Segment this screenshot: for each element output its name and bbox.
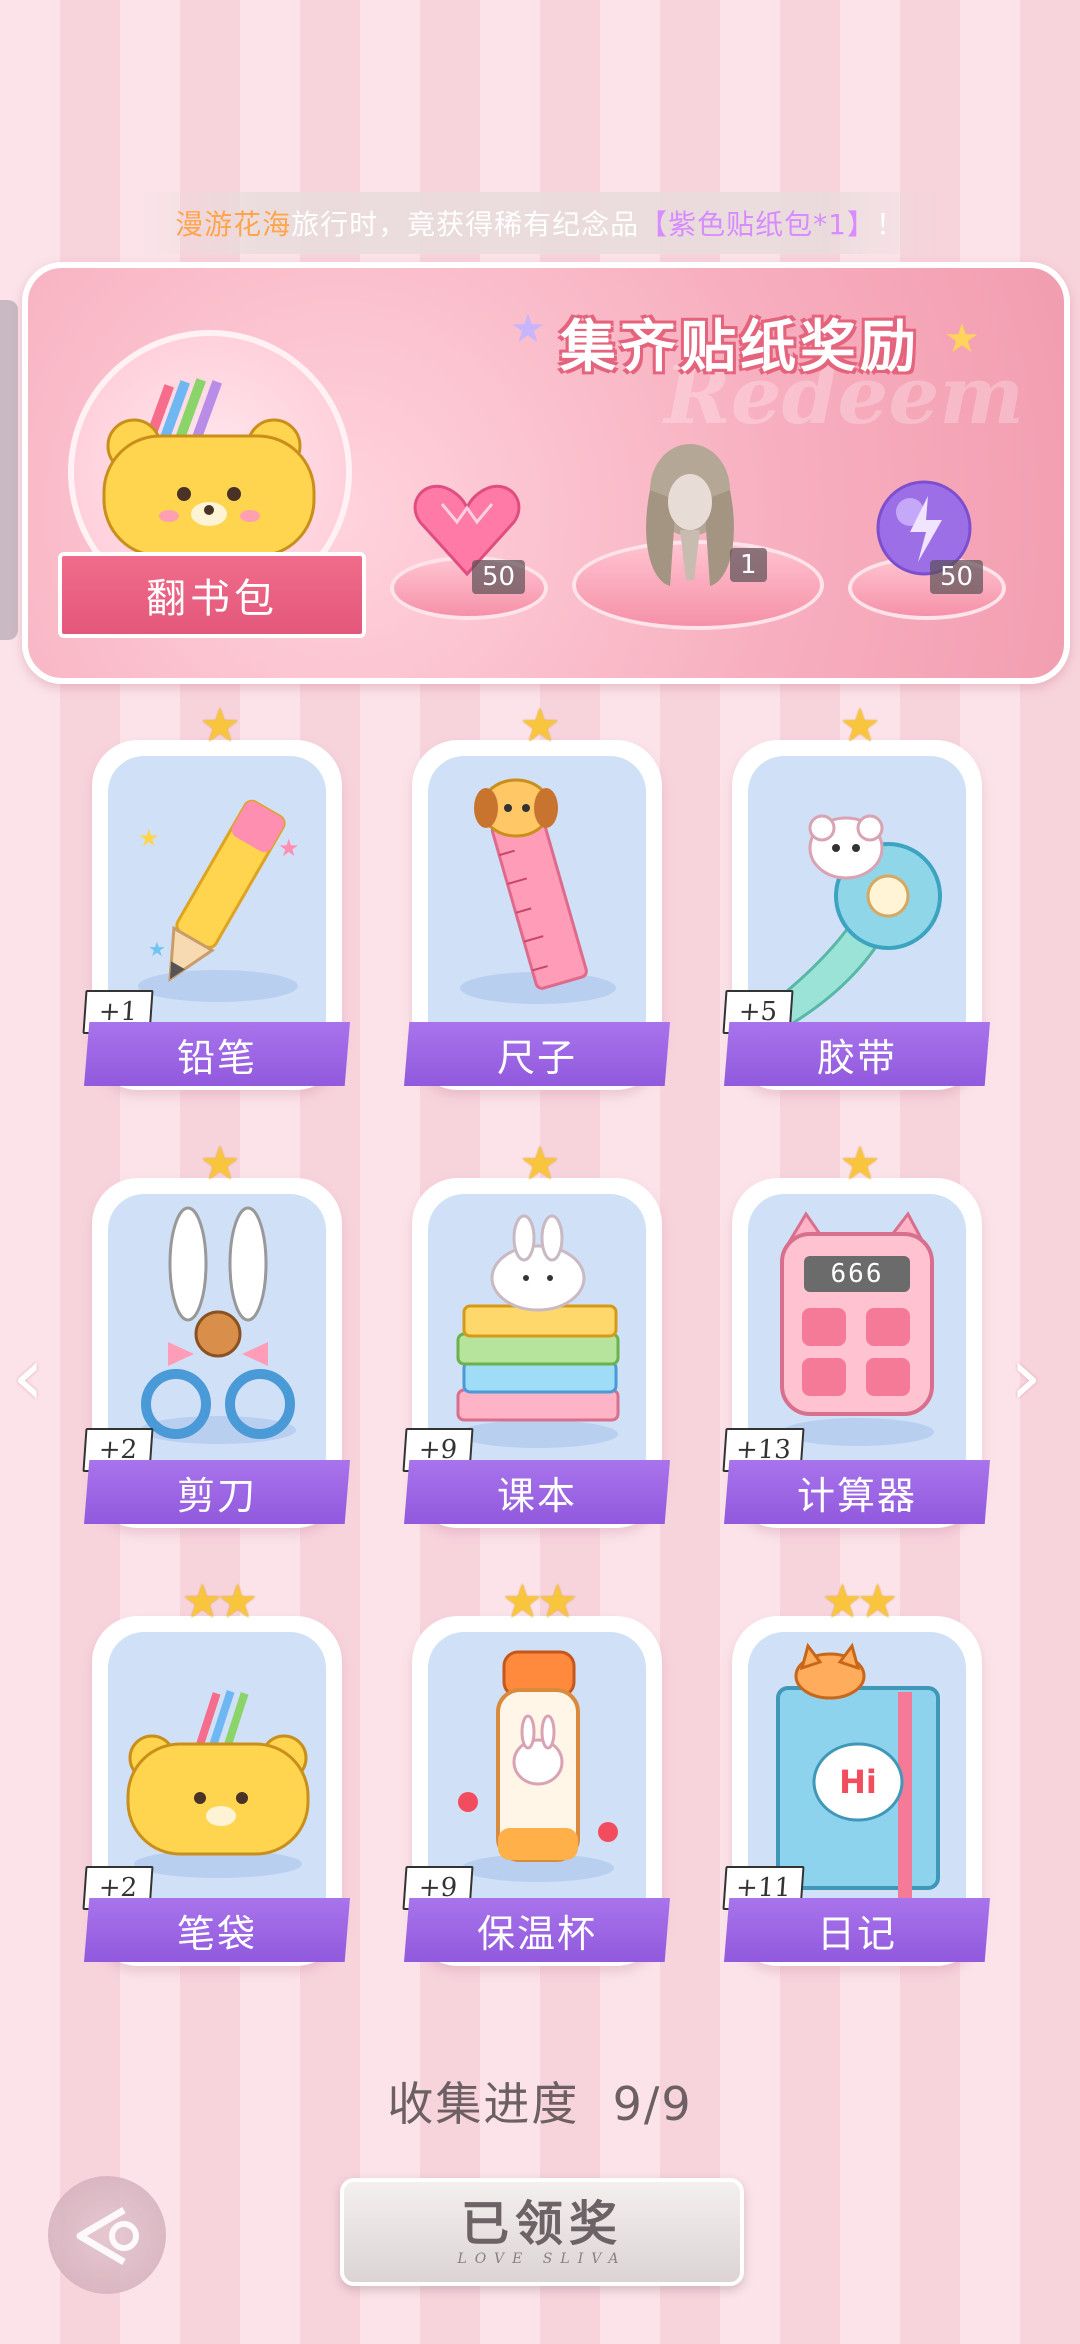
back-arrow-icon [76,2206,139,2266]
sticker-image-bg [428,756,646,1036]
sticker-label: 日记 [724,1898,990,1962]
sparkle-star-icon: ★ [510,306,546,352]
sticker-label: 尺子 [404,1022,670,1086]
svg-text:★: ★ [138,824,160,852]
sticker-label: 保温杯 [404,1898,670,1962]
star-rating-icon: ★ [199,1136,240,1190]
reward-qty: 50 [472,560,526,594]
back-button[interactable] [48,2176,166,2294]
sticker-card-ruler[interactable]: ★ 尺子 [404,698,670,1090]
sticker-card-scissors[interactable]: ★ +2 剪刀 [82,1136,350,1528]
claimed-button[interactable]: 已领奖 LOVE SLIVA [340,2178,744,2286]
sticker-card-tape[interactable]: ★ +5 胶带 [722,698,990,1090]
sticker-card-diary[interactable]: ★★ Hi +11 日记 [722,1574,990,1966]
star-rating-icon: ★ [839,698,880,752]
notice-item: 【紫色贴纸包*1】 [639,208,876,241]
notice-place: 漫游花海 [175,208,292,241]
star-rating-icon: ★★ [181,1574,258,1628]
star-rating-icon: ★ [199,698,240,752]
next-page-arrow-icon[interactable]: › [1010,1330,1042,1423]
banner-title: 集齐贴纸奖励 [560,315,920,380]
claim-button-subtitle: LOVE SLIVA [457,2251,627,2267]
notice-text: 旅行时，竟获得稀有纪念品 [291,208,640,241]
flip-book-bag-label[interactable]: 翻书包 [58,552,366,638]
sticker-card-pencil-case[interactable]: ★★ +2 笔袋 [82,1574,350,1966]
star-rating-icon: ★ [839,1136,880,1190]
star-rating-icon: ★ [519,1136,560,1190]
previous-page-arrow-icon[interactable]: ‹ [12,1330,44,1423]
progress-value: 9/9 [612,2077,693,2131]
ruler-icon [460,778,616,1004]
claim-button-label: 已领奖 [460,2196,623,2252]
sticker-card-textbook[interactable]: ★ +9 课本 [402,1136,670,1528]
svg-text:★: ★ [278,834,300,862]
sticker-card-calculator[interactable]: ★ 666 +13 计算器 [722,1136,990,1528]
reward-qty: 1 [730,548,767,582]
diary-cover-text: Hi [839,1763,877,1801]
svg-text:★: ★ [148,937,166,961]
sparkle-star-icon: ★ [944,316,980,362]
sticker-card-thermos[interactable]: ★★ +9 保温杯 [402,1574,670,1966]
sticker-label: 剪刀 [84,1460,350,1524]
star-rating-icon: ★★ [501,1574,578,1628]
notice-end: ！ [875,208,905,241]
calculator-display: 666 [830,1259,884,1289]
progress-label: 收集进度 [387,2077,580,2131]
sticker-label: 课本 [404,1460,670,1524]
sticker-label: 胶带 [724,1022,990,1086]
star-rating-icon: ★ [519,698,560,752]
sticker-card-pencil[interactable]: ★ ★ ★ ★ +1 铅笔 [82,698,350,1090]
sticker-label: 铅笔 [84,1022,350,1086]
collection-progress: 收集进度 9/9 [0,2068,1080,2134]
sticker-label: 笔袋 [84,1898,350,1962]
star-rating-icon: ★★ [821,1574,898,1628]
acquisition-notice: 漫游花海 旅行时，竟获得稀有纪念品 【紫色贴纸包*1】 ！ [140,192,940,254]
reward-qty: 50 [930,560,984,594]
side-panel-tab[interactable] [0,300,18,640]
sticker-label: 计算器 [724,1460,990,1524]
